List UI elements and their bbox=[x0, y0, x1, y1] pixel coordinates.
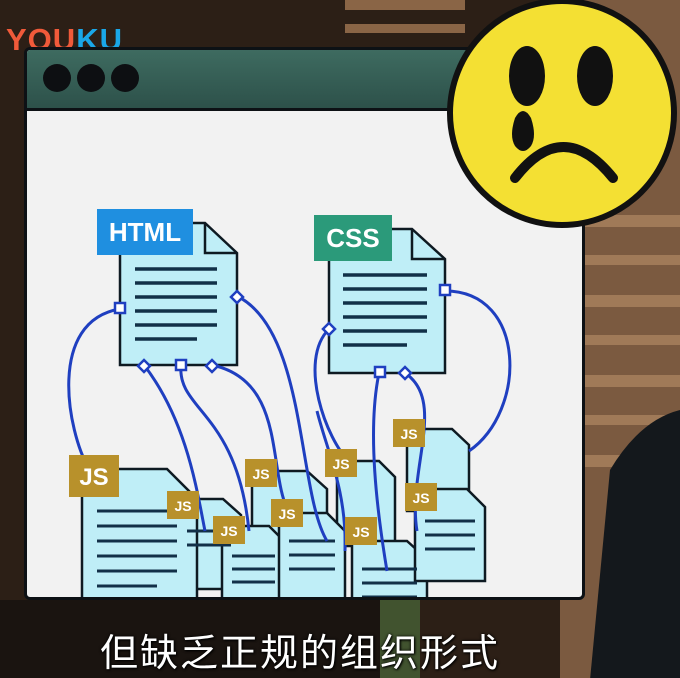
svg-text:JS: JS bbox=[412, 490, 429, 506]
js-badge: JS bbox=[345, 517, 377, 545]
js-badge: JS bbox=[393, 419, 425, 447]
svg-text:JS: JS bbox=[252, 466, 269, 482]
css-badge: CSS bbox=[314, 215, 392, 261]
js-badge: JS bbox=[167, 491, 199, 519]
js-badge: JS bbox=[213, 516, 245, 544]
svg-text:JS: JS bbox=[220, 523, 237, 539]
html-badge: HTML bbox=[97, 209, 193, 255]
svg-text:JS: JS bbox=[332, 456, 349, 472]
svg-text:JS: JS bbox=[79, 464, 108, 491]
svg-text:HTML: HTML bbox=[109, 217, 181, 247]
window-dot-icon bbox=[43, 64, 71, 92]
js-badge: JS bbox=[405, 483, 437, 511]
window-controls bbox=[43, 64, 139, 92]
svg-text:JS: JS bbox=[352, 524, 369, 540]
svg-text:JS: JS bbox=[174, 498, 191, 514]
js-badge: JS bbox=[69, 455, 119, 497]
js-badge: JS bbox=[245, 459, 277, 487]
svg-text:JS: JS bbox=[278, 506, 295, 522]
video-subtitle: 但缺乏正规的组织形式 bbox=[99, 631, 500, 675]
svg-text:CSS: CSS bbox=[326, 223, 379, 253]
window-dot-icon bbox=[111, 64, 139, 92]
js-badge: JS bbox=[325, 449, 357, 477]
js-badge: JS bbox=[271, 499, 303, 527]
window-dot-icon bbox=[77, 64, 105, 92]
svg-text:JS: JS bbox=[400, 426, 417, 442]
sad-crying-face-icon bbox=[447, 0, 677, 228]
